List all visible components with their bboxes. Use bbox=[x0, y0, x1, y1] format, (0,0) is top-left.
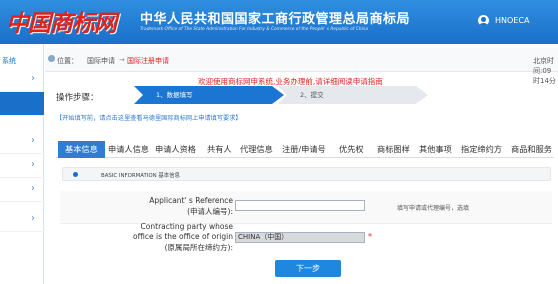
breadcrumb: 位置： 国际申请 → 国际注册申请 北京时间:09时14分 bbox=[45, 48, 558, 85]
sidebar: 系统 › › › › › bbox=[0, 44, 44, 284]
sidebar-item-active[interactable] bbox=[0, 92, 44, 116]
section-title: BASIC INFORMATION 基本信息 bbox=[101, 173, 180, 179]
tab-designated-parties[interactable]: 指定缔约方 bbox=[461, 141, 502, 158]
location-icon bbox=[48, 55, 55, 62]
step-data-entry: 1、数据填写 bbox=[134, 86, 284, 104]
site-logo: 中国商标网 bbox=[6, 10, 117, 37]
chevron-right-icon: › bbox=[31, 135, 35, 146]
origin-party-field: CHINA（中国） bbox=[235, 232, 365, 243]
user-menu[interactable]: HNOECA bbox=[478, 15, 529, 26]
origin-label-cn: (原属局所在缔约方): bbox=[164, 243, 233, 252]
username: HNOECA bbox=[495, 16, 530, 25]
tab-basic-info[interactable]: 基本信息 bbox=[58, 141, 105, 158]
header-subtitle: Trademark Office of The State Administra… bbox=[140, 27, 369, 32]
welcome-banner[interactable]: 欢迎使用商标网申系统,业务办理前,请详细阅读申请指南 bbox=[198, 76, 383, 87]
tab-trademark-image[interactable]: 商标图样 bbox=[377, 141, 410, 158]
section-header: BASIC INFORMATION 基本信息 bbox=[62, 167, 551, 181]
reference-hint: 填写申请或代理编号，选填 bbox=[397, 205, 470, 212]
sidebar-item[interactable]: › bbox=[0, 208, 44, 232]
chevron-right-icon: › bbox=[31, 183, 35, 194]
sidebar-item[interactable]: › bbox=[0, 68, 44, 92]
header-title: 中华人民共和国国家工商行政管理总局商标局 bbox=[140, 12, 411, 27]
step-submit: 2、提交 bbox=[278, 86, 428, 104]
origin-label-en1: Contracting party whose bbox=[140, 222, 233, 231]
sidebar-item[interactable]: › bbox=[0, 154, 44, 178]
chevron-right-icon: › bbox=[31, 213, 35, 224]
form-tabs: 基本信息 申请人信息 申请人资格 共有人 代理信息 注册/申请号 优先权 商标图… bbox=[56, 141, 554, 158]
beijing-clock: 北京时间:09时14分 bbox=[533, 57, 556, 85]
tab-registration-number[interactable]: 注册/申请号 bbox=[282, 141, 326, 158]
tab-co-owner[interactable]: 共有人 bbox=[207, 141, 232, 158]
reference-label-cn: (申请人编号): bbox=[187, 207, 233, 216]
chevron-right-icon: › bbox=[31, 73, 35, 84]
sidebar-item[interactable]: › bbox=[0, 178, 44, 202]
required-marker: * bbox=[368, 232, 372, 241]
tab-applicant-qualification[interactable]: 申请人资格 bbox=[155, 141, 196, 158]
breadcrumb-item-intl[interactable]: 国际申请 bbox=[87, 56, 115, 66]
tab-agent-info[interactable]: 代理信息 bbox=[240, 141, 273, 158]
steps-label: 操作步骤： bbox=[56, 93, 99, 103]
tab-other-matters[interactable]: 其他事项 bbox=[419, 141, 452, 158]
breadcrumb-separator: → bbox=[119, 56, 125, 64]
reference-label-en: Applicant' s Reference bbox=[149, 196, 233, 205]
breadcrumb-prefix: 位置： bbox=[57, 57, 78, 65]
origin-label-en2: office is the office of origin bbox=[133, 232, 233, 241]
chevron-right-icon: › bbox=[31, 159, 35, 170]
instructions-link[interactable]: 【开始填写前，请点击这里查看马德里国际商标网上申请填写要求】 bbox=[56, 113, 242, 122]
section-bullet-icon bbox=[73, 172, 78, 177]
reference-input[interactable] bbox=[235, 200, 365, 211]
breadcrumb-item-current: 国际注册申请 bbox=[127, 57, 169, 65]
tab-goods-services[interactable]: 商品和服务 bbox=[511, 141, 552, 158]
app-header: 中国商标网 中华人民共和国国家工商行政管理总局商标局 Trademark Off… bbox=[0, 0, 558, 44]
user-avatar-icon bbox=[478, 15, 489, 26]
next-button[interactable]: 下一步 bbox=[275, 260, 341, 277]
sidebar-item[interactable]: › bbox=[0, 130, 44, 154]
tab-applicant-info[interactable]: 申请人信息 bbox=[108, 141, 149, 158]
tab-priority[interactable]: 优先权 bbox=[339, 141, 364, 158]
sidebar-label: 系统 bbox=[2, 57, 16, 65]
